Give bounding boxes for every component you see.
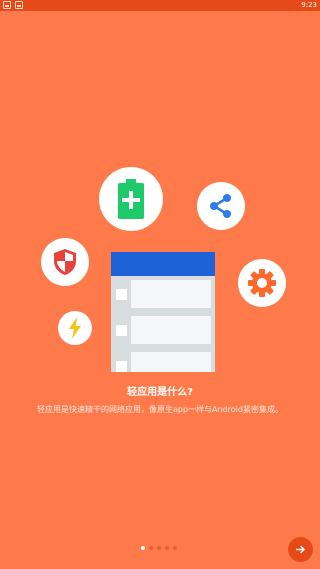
page-dot [149, 546, 153, 550]
lightning-icon [69, 317, 81, 339]
intro-title: 轻应用是什么? [127, 387, 193, 398]
mock-cell [131, 280, 211, 308]
mock-list-row [111, 349, 215, 372]
mock-cell [131, 316, 211, 344]
mock-list-row [111, 277, 215, 311]
mock-app-screen [111, 252, 215, 372]
app-notification-icon [15, 1, 23, 9]
app-notification-icon [3, 1, 11, 9]
share-icon [210, 194, 231, 218]
mock-header [111, 252, 215, 276]
shield-icon [54, 249, 76, 275]
next-button[interactable] [288, 537, 313, 562]
mock-checkbox [116, 325, 127, 336]
page-dot [157, 546, 161, 550]
share-bubble [197, 182, 245, 230]
mock-cell [131, 352, 211, 372]
shield-bubble [41, 238, 89, 286]
battery-plus-icon [118, 179, 144, 219]
battery-bubble [99, 167, 163, 231]
page-dot-active [141, 546, 145, 550]
status-time: 9:23 [301, 1, 317, 9]
gear-bubble [238, 259, 286, 307]
intro-description: 轻应用是快速精干的网络应用，像原生app一样与Android紧密集成。 [37, 405, 283, 414]
page-indicator [141, 546, 177, 552]
lightning-bubble [58, 311, 92, 345]
mock-checkbox [116, 289, 127, 300]
page-dot [173, 546, 177, 550]
status-bar: 9:23 [0, 0, 320, 11]
page-dot [165, 546, 169, 550]
gear-icon [248, 269, 276, 297]
mock-list-row [111, 313, 215, 347]
mock-checkbox [116, 361, 127, 372]
arrow-right-icon [296, 545, 306, 554]
